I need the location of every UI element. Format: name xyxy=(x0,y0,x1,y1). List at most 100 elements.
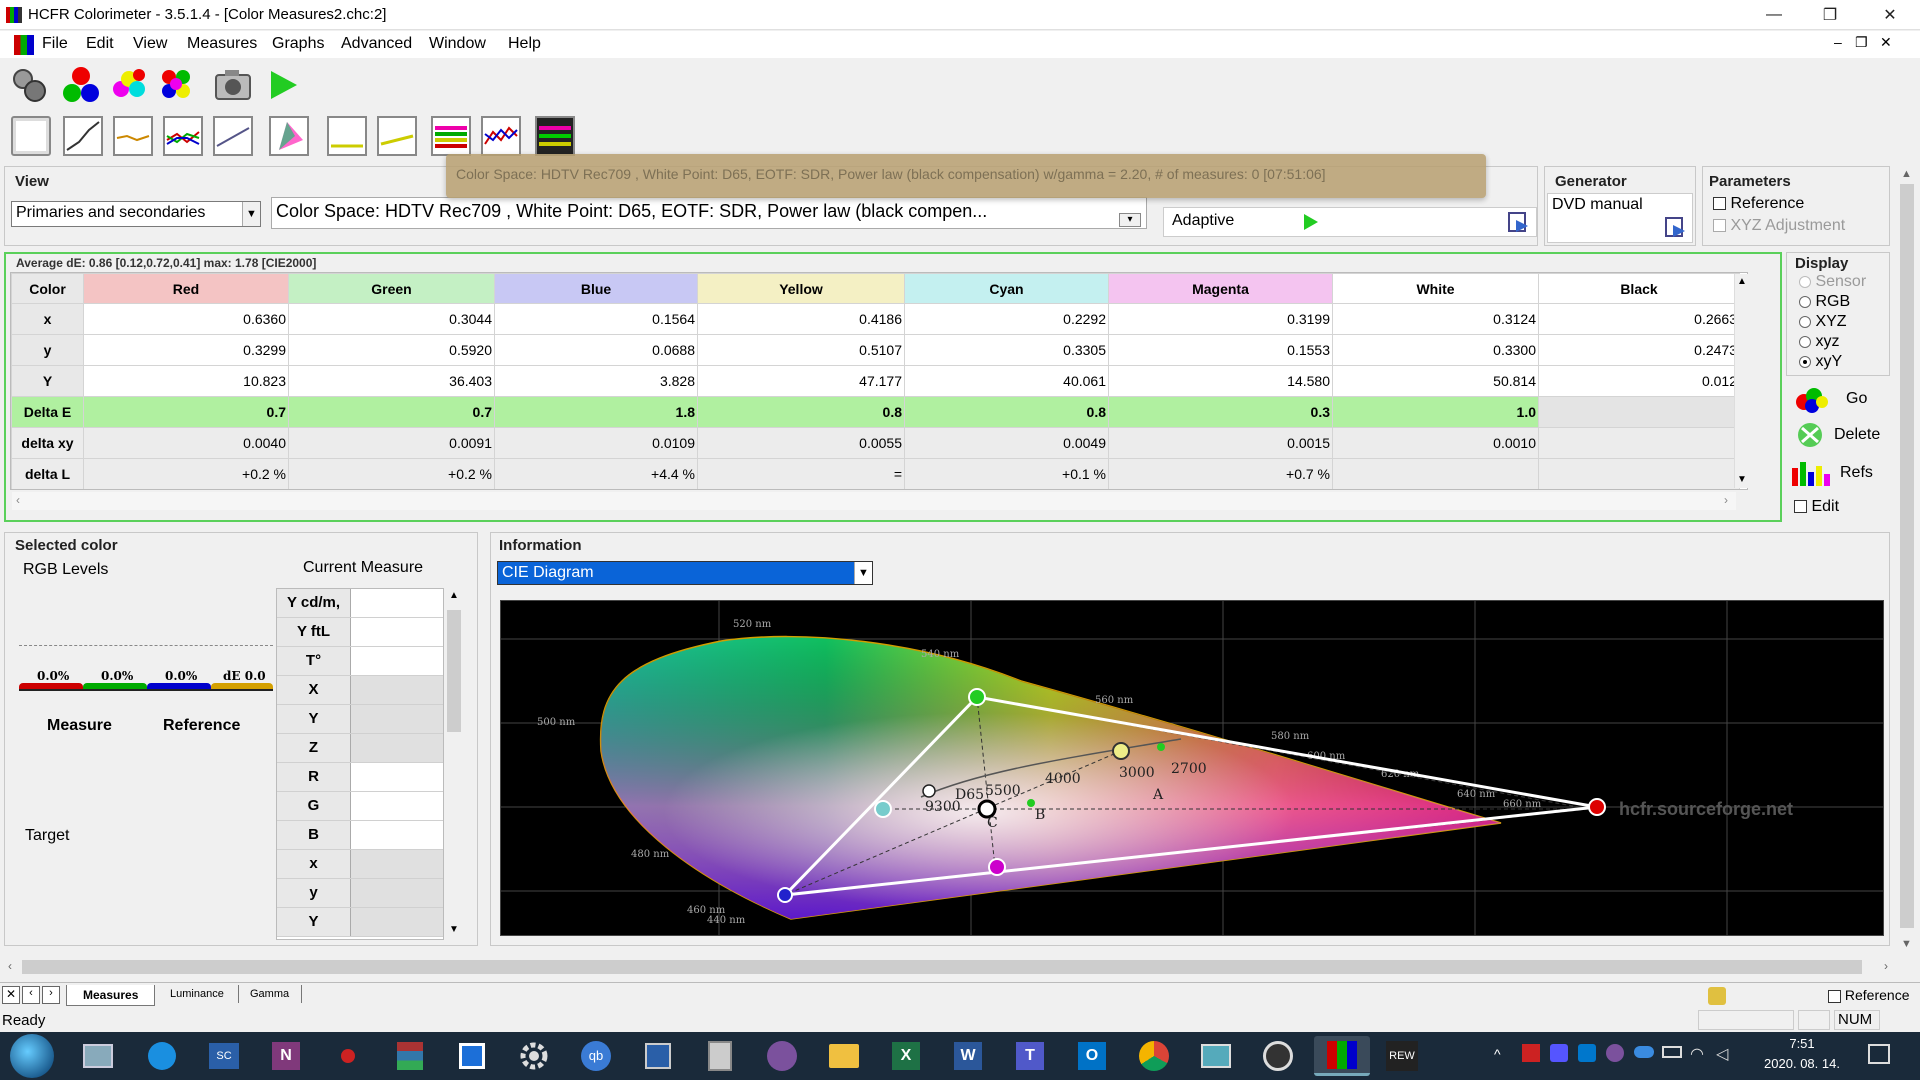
taskbar-hcfr-icon[interactable] xyxy=(1314,1036,1370,1076)
measure-row-value[interactable] xyxy=(351,879,443,907)
display-option-xyz-upper[interactable]: XYZ xyxy=(1799,313,1847,331)
menu-file[interactable]: File xyxy=(42,35,68,53)
xyz-adjustment-checkbox[interactable]: XYZ Adjustment xyxy=(1713,217,1845,235)
menu-measures[interactable]: Measures xyxy=(187,35,257,53)
tray-chevron-up-icon[interactable]: ^ xyxy=(1494,1046,1501,1062)
taskbar-teams-icon[interactable]: T xyxy=(1008,1036,1052,1076)
cell[interactable]: +0.1 % xyxy=(904,458,1109,489)
taskbar-word-icon[interactable]: W xyxy=(946,1036,990,1076)
red-point[interactable] xyxy=(1588,798,1606,816)
taskbar-rew-icon[interactable]: REW xyxy=(1380,1036,1424,1076)
menu-graphs[interactable]: Graphs xyxy=(272,35,324,53)
clock-time[interactable]: 7:51 xyxy=(1762,1036,1842,1051)
sensor-mode[interactable]: Adaptive xyxy=(1163,207,1537,237)
cell[interactable]: 0.3199 xyxy=(1108,303,1333,335)
chevron-down-icon[interactable]: ▼ xyxy=(242,202,260,226)
next-tab-icon[interactable]: › xyxy=(42,986,60,1004)
color-space-dropdown-icon[interactable]: ▾ xyxy=(1119,213,1141,227)
spectrum-graph-icon[interactable] xyxy=(534,114,576,158)
row-label[interactable]: Delta E xyxy=(11,396,84,428)
cell[interactable]: 0.0015 xyxy=(1108,427,1333,459)
cie-diagram[interactable]: 520 nm 540 nm 560 nm 580 nm 600 nm 620 n… xyxy=(500,600,1884,936)
measure-row-value[interactable] xyxy=(351,589,443,617)
scroll-right-icon[interactable]: › xyxy=(1724,493,1728,507)
cell[interactable] xyxy=(1538,396,1740,428)
cell[interactable]: 0.8 xyxy=(904,396,1109,428)
taskbar-sc-icon[interactable]: SC xyxy=(202,1036,246,1076)
camera-icon[interactable] xyxy=(212,63,254,107)
cell[interactable] xyxy=(1538,427,1740,459)
cell[interactable] xyxy=(1538,458,1740,489)
mdi-restore-button[interactable]: ❐ xyxy=(1855,34,1868,51)
cell[interactable]: 0.3305 xyxy=(904,334,1109,366)
cell[interactable]: 0.5920 xyxy=(288,334,495,366)
cell[interactable]: 0.4186 xyxy=(697,303,905,335)
grid-header-magenta[interactable]: Magenta xyxy=(1108,273,1333,304)
configure-generator-icon[interactable] xyxy=(1665,217,1687,242)
sensor-icon[interactable] xyxy=(8,63,50,107)
scroll-thumb[interactable] xyxy=(447,610,461,732)
taskbar-calculator-icon[interactable] xyxy=(698,1036,742,1076)
grid-header-red[interactable]: Red xyxy=(83,273,289,304)
measure-list-scrollbar[interactable]: ▲ ▼ xyxy=(446,588,462,940)
xyz-adjustment-checkbox-box[interactable] xyxy=(1713,219,1726,233)
tray-wifi-icon[interactable]: ◠ xyxy=(1690,1044,1704,1064)
scroll-up-icon[interactable]: ▲ xyxy=(449,590,459,601)
tray-outlook-icon[interactable] xyxy=(1578,1044,1596,1062)
cell[interactable]: 0.0055 xyxy=(697,427,905,459)
row-label[interactable]: x xyxy=(11,303,84,335)
scroll-down-icon[interactable]: ▼ xyxy=(1901,938,1912,950)
cell[interactable]: 0.6360 xyxy=(83,303,289,335)
cell[interactable]: 0.012 xyxy=(1538,365,1740,397)
cell[interactable]: 0.2473 xyxy=(1538,334,1740,366)
taskbar-teamviewer-icon[interactable] xyxy=(140,1036,184,1076)
measure-row-value[interactable] xyxy=(351,734,443,762)
play-icon[interactable] xyxy=(262,63,304,107)
menu-advanced[interactable]: Advanced xyxy=(341,35,412,53)
taskbar-app-icon[interactable] xyxy=(450,1036,494,1076)
menu-edit[interactable]: Edit xyxy=(86,35,114,53)
view-selector[interactable]: Primaries and secondaries ▼ xyxy=(11,201,261,227)
status-reference-checkbox[interactable]: Reference xyxy=(1828,987,1909,1003)
taskbar-folder-icon[interactable] xyxy=(822,1036,866,1076)
cell[interactable]: 0.3 xyxy=(1108,396,1333,428)
cell[interactable]: 0.0091 xyxy=(288,427,495,459)
scroll-left-icon[interactable]: ‹ xyxy=(16,493,20,507)
monitor-icon[interactable] xyxy=(10,114,52,158)
tray-onedrive-icon[interactable] xyxy=(1634,1046,1654,1058)
taskbar-chrome-icon[interactable] xyxy=(1132,1036,1176,1076)
cell[interactable]: 0.1553 xyxy=(1108,334,1333,366)
taskbar-camera-icon[interactable] xyxy=(1256,1036,1300,1076)
cell[interactable]: 0.8 xyxy=(697,396,905,428)
measure-row-value[interactable] xyxy=(351,792,443,820)
edit-checkbox[interactable]: Edit xyxy=(1794,498,1839,516)
configure-sensor-icon[interactable] xyxy=(1508,212,1530,237)
measures-graph-icon[interactable] xyxy=(480,114,522,158)
yellow-point[interactable] xyxy=(1112,742,1130,760)
display-option-xyy[interactable]: xyY xyxy=(1799,353,1842,371)
row-label[interactable]: y xyxy=(11,334,84,366)
display-option-sensor[interactable]: Sensor xyxy=(1799,273,1866,291)
rgb-levels-graph-icon[interactable] xyxy=(162,114,204,158)
close-button[interactable]: ✕ xyxy=(1862,0,1918,30)
play-icon[interactable] xyxy=(1304,214,1318,235)
grid-horizontal-scrollbar[interactable]: ‹ › xyxy=(12,492,1736,510)
row-label[interactable]: delta L xyxy=(11,458,84,489)
color-temp-graph-icon[interactable] xyxy=(212,114,254,158)
cell[interactable]: 0.3300 xyxy=(1332,334,1539,366)
close-tab-icon[interactable]: ✕ xyxy=(2,986,20,1004)
measure-row-value[interactable] xyxy=(351,908,443,936)
go-button[interactable]: Go xyxy=(1790,382,1890,416)
tray-battery-icon[interactable] xyxy=(1662,1046,1682,1058)
measure-row-value[interactable] xyxy=(351,618,443,646)
cell[interactable]: 50.814 xyxy=(1332,365,1539,397)
cell[interactable]: = xyxy=(697,458,905,489)
grid-header-blue[interactable]: Blue xyxy=(494,273,698,304)
cell[interactable]: 0.0049 xyxy=(904,427,1109,459)
scroll-left-icon[interactable]: ‹ xyxy=(8,959,12,973)
cell[interactable]: 0.0688 xyxy=(494,334,698,366)
edit-checkbox-box[interactable] xyxy=(1794,500,1807,514)
menu-help[interactable]: Help xyxy=(508,35,541,53)
mdi-minimize-button[interactable]: – xyxy=(1834,34,1842,50)
cie-diagram-icon[interactable] xyxy=(268,114,310,158)
